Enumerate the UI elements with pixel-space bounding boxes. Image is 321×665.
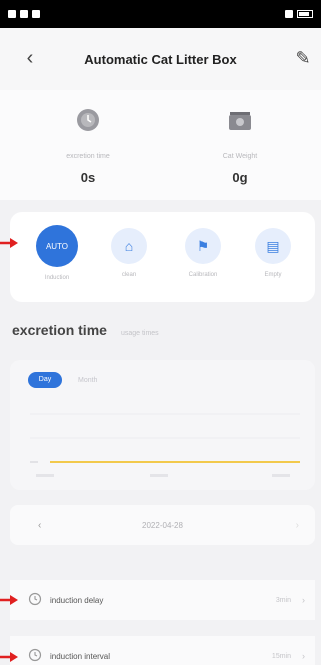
stat-label: excretion time (66, 153, 110, 160)
cat-weight-stat: Cat Weight 0g (180, 104, 300, 185)
auto-icon: AUTO (36, 225, 78, 267)
page-title: Automatic Cat Litter Box (84, 51, 237, 67)
clipboard-icon: ▤ (255, 228, 291, 264)
excretion-chart (30, 413, 300, 477)
stat-value: 0g (232, 170, 248, 185)
stats-panel: excretion time 0s Cat Weight 0g (0, 90, 321, 200)
excretion-time-stat: excretion time 0s (28, 104, 148, 185)
red-arrow-icon (0, 238, 18, 248)
pencil-icon: ✎ (295, 48, 311, 68)
red-arrow-icon (0, 595, 18, 605)
prev-date-button[interactable]: ‹ (38, 520, 41, 531)
period-day-button[interactable]: Day (28, 372, 62, 388)
mode-label: Calibration (188, 272, 218, 278)
clock-icon (77, 109, 99, 131)
timer-icon (28, 648, 42, 662)
setting-label: induction delay (50, 595, 104, 605)
section-tabs: excretion time usage times (12, 322, 159, 346)
flag-icon: ⚑ (185, 228, 221, 264)
setting-value: 15min (271, 652, 291, 660)
mode-label: Empty (264, 272, 282, 278)
notification-icon (32, 10, 40, 18)
edit-button[interactable]: ✎ (293, 48, 313, 68)
status-left (8, 10, 40, 18)
header: ‹ Automatic Cat Litter Box ✎ (0, 28, 321, 90)
home-icon: ⌂ (111, 228, 147, 264)
next-date-button[interactable]: › (296, 520, 299, 531)
signal-icon (8, 10, 16, 18)
mode-selector: AUTO Induction ⌂ clean ⚑ Calibration ▤ E… (10, 212, 315, 302)
stat-value: 0s (80, 170, 96, 185)
setting-value: 3min (275, 596, 291, 604)
setting-induction-delay[interactable]: induction delay 3min › (10, 580, 315, 620)
mode-clean[interactable]: ⌂ clean (104, 228, 154, 278)
period-selector: Day Month (28, 372, 97, 388)
x-tick-label (36, 474, 54, 477)
mode-empty[interactable]: ▤ Empty (248, 228, 298, 278)
status-right (285, 10, 313, 18)
stat-label: Cat Weight (222, 153, 258, 160)
red-arrow-icon (0, 652, 18, 662)
x-tick-label (272, 474, 290, 477)
chevron-right-icon: › (302, 651, 305, 661)
period-month-button[interactable]: Month (78, 377, 97, 384)
back-button[interactable]: ‹ (20, 48, 40, 68)
status-bar (0, 0, 321, 28)
timer-icon (28, 592, 42, 606)
scale-icon (229, 112, 251, 130)
bluetooth-icon (285, 10, 293, 18)
mode-calibration[interactable]: ⚑ Calibration (178, 228, 228, 278)
setting-induction-interval[interactable]: induction interval 15min › (10, 636, 315, 665)
date-navigator: ‹ 2022-04-28 › (10, 505, 315, 545)
tab-excretion-time[interactable]: excretion time (12, 322, 107, 338)
x-tick-label (150, 474, 168, 477)
setting-label: induction interval (50, 651, 111, 661)
wifi-icon (20, 10, 28, 18)
chevron-right-icon: › (302, 595, 305, 605)
current-date: 2022-04-28 (142, 520, 183, 530)
mode-label: clean (121, 272, 137, 278)
chevron-left-icon: ‹ (26, 47, 34, 69)
tab-usage-times[interactable]: usage times (121, 330, 159, 337)
battery-icon (297, 10, 313, 18)
mode-induction[interactable]: AUTO Induction (32, 225, 82, 281)
chart-card: Day Month (10, 360, 315, 490)
mode-label: Induction (44, 275, 70, 281)
